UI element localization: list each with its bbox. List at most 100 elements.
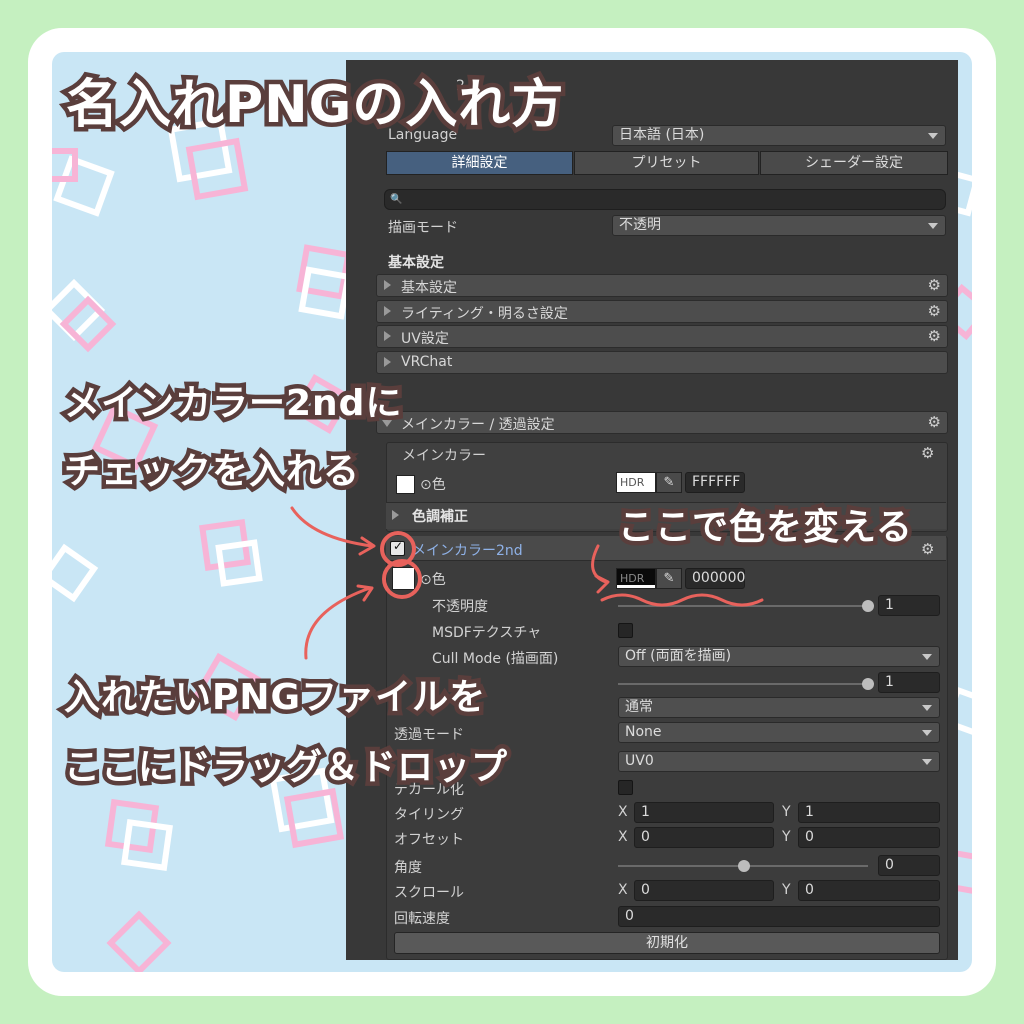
checkmark-icon: ✓ (393, 539, 404, 553)
section-label: UV設定 (401, 331, 449, 347)
gear-icon[interactable]: ⚙ (928, 276, 941, 294)
uv-mode-dropdown[interactable]: UV0 (618, 751, 940, 772)
expand-arrow-icon (384, 357, 391, 367)
section-uv[interactable]: UV設定 ⚙ (376, 325, 948, 348)
page-title: 名入れPNGの入れ方 (61, 71, 567, 140)
chevron-down-icon (928, 133, 938, 139)
section-main-color-transparency[interactable]: メインカラー / 透過設定 ⚙ (376, 411, 948, 434)
color-correction-label: 色調補正 (412, 509, 468, 525)
expand-arrow-icon (384, 306, 391, 316)
offset-y-label: Y (782, 829, 791, 845)
offset-label: オフセット (394, 832, 464, 848)
section-label: ライティング・明るさ設定 (401, 306, 568, 322)
tab-presets[interactable]: プリセット (574, 151, 759, 175)
search-icon: 🔍 (390, 194, 403, 205)
angle-slider-knob[interactable] (738, 860, 750, 872)
opacity-input[interactable]: 1 (878, 595, 940, 616)
bg-square (121, 819, 173, 871)
cull-mode-dropdown[interactable]: Off (両面を描画) (618, 646, 940, 667)
cull-mode-label: Cull Mode (描画面) (432, 651, 559, 667)
opacity-label: 不透明度 (432, 599, 488, 615)
annotation-drop-line1: 入れたいPNGファイルを (59, 673, 489, 723)
chevron-down-icon (922, 654, 932, 660)
rotation-speed-input[interactable]: 0 (618, 906, 940, 927)
offset-x-input[interactable]: 0 (634, 827, 774, 848)
render-mode-dropdown[interactable]: 不透明 (612, 215, 946, 236)
reset-button[interactable]: 初期化 (394, 932, 940, 954)
gear-icon[interactable]: ⚙ (928, 327, 941, 345)
tiling-label: タイリング (394, 807, 464, 823)
angle-input[interactable]: 0 (878, 855, 940, 876)
annotation-check-line1: メインカラー2ndに (59, 379, 405, 429)
lighting-slider-knob[interactable] (862, 678, 874, 690)
scroll-x-label: X (618, 882, 628, 898)
decal-checkbox[interactable] (618, 780, 633, 795)
section-label: 基本設定 (401, 280, 457, 296)
basic-settings-header: 基本設定 (388, 255, 444, 271)
section-lighting[interactable]: ライティング・明るさ設定 ⚙ (376, 300, 948, 323)
color2-hex-input[interactable]: 000000 (685, 568, 745, 589)
section-basic-settings[interactable]: 基本設定 ⚙ (376, 274, 948, 297)
offset-x-label: X (618, 829, 628, 845)
scroll-y-label: Y (782, 882, 791, 898)
bg-square (52, 148, 78, 182)
angle-label: 角度 (394, 860, 422, 876)
annotation-check-line2: チェックを入れる (59, 447, 363, 497)
chevron-down-icon (928, 223, 938, 229)
chevron-down-icon (922, 705, 932, 711)
main-color-hex-input[interactable]: FFFFFF (685, 472, 745, 493)
eyedropper-icon[interactable]: ✎ (656, 568, 682, 589)
tiling-y-input[interactable]: 1 (798, 802, 940, 823)
search-input[interactable]: 🔍 (384, 189, 946, 210)
main-color-subheader: メインカラー (402, 448, 486, 464)
gear-icon[interactable]: ⚙ (928, 302, 941, 320)
gear-icon[interactable]: ⚙ (921, 540, 934, 558)
msdf-label: MSDFテクスチャ (432, 625, 542, 641)
bg-square (298, 266, 352, 320)
annotation-change-color: ここで色を変える (614, 503, 917, 553)
language-dropdown[interactable]: 日本語 (日本) (612, 125, 946, 146)
cull-mode-value: Off (両面を描画) (625, 648, 732, 664)
main-color-2nd-label: メインカラー2nd (412, 543, 523, 559)
rotation-speed-label: 回転速度 (394, 911, 450, 927)
tiling-x-label: X (618, 804, 628, 820)
opacity-slider-knob[interactable] (862, 600, 874, 612)
texture-drop-slot[interactable] (392, 567, 415, 590)
main-color-2nd-checkbox[interactable]: ✓ (390, 539, 405, 556)
scroll-label: スクロール (394, 885, 464, 901)
main-texture-slot[interactable] (396, 475, 415, 494)
lighting-input[interactable]: 1 (878, 672, 940, 693)
offset-y-input[interactable]: 0 (798, 827, 940, 848)
tab-shader-settings[interactable]: シェーダー設定 (760, 151, 948, 175)
bg-square (185, 137, 249, 201)
color2-swatch[interactable]: HDR (616, 568, 656, 589)
hdr-label: HDR (620, 572, 645, 585)
gear-icon[interactable]: ⚙ (928, 413, 941, 431)
msdf-checkbox[interactable] (618, 623, 633, 638)
opacity-slider-track[interactable] (618, 605, 868, 607)
section-label: VRChat (401, 354, 453, 370)
tiling-x-input[interactable]: 1 (634, 802, 774, 823)
bg-square (283, 787, 345, 849)
tiling-y-label: Y (782, 804, 791, 820)
scroll-y-input[interactable]: 0 (798, 880, 940, 901)
expand-arrow-icon (392, 510, 399, 520)
tab-advanced-settings[interactable]: 詳細設定 (386, 151, 573, 175)
section-label: メインカラー / 透過設定 (401, 417, 555, 433)
expand-arrow-icon (384, 331, 391, 341)
blend-mode-dropdown[interactable]: 通常 (618, 697, 940, 718)
alpha-bar (617, 585, 655, 588)
main-color-swatch[interactable]: HDR (616, 472, 656, 493)
main-color-label: ⊙色 (420, 477, 446, 493)
render-mode-value: 不透明 (619, 217, 661, 233)
eyedropper-icon[interactable]: ✎ (656, 472, 682, 493)
expand-arrow-icon (384, 280, 391, 290)
transparency-mode-dropdown[interactable]: None (618, 722, 940, 743)
lighting-slider-track[interactable] (618, 683, 868, 685)
bg-square (52, 543, 99, 603)
gear-icon[interactable]: ⚙ (921, 444, 934, 462)
section-vrchat[interactable]: VRChat (376, 351, 948, 374)
render-mode-label: 描画モード (388, 220, 458, 236)
bg-square (106, 910, 172, 972)
scroll-x-input[interactable]: 0 (634, 880, 774, 901)
